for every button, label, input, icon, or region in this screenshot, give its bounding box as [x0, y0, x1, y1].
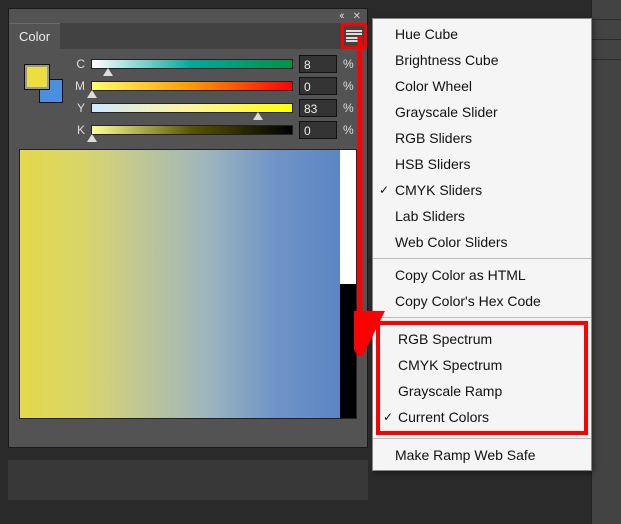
menu-separator	[373, 317, 591, 318]
menu-item[interactable]: Color Wheel	[373, 73, 591, 99]
track-y[interactable]	[91, 103, 293, 113]
tab-bar: Color	[9, 23, 367, 49]
panel-menu-icon[interactable]	[346, 30, 362, 42]
color-ramp[interactable]	[19, 149, 357, 419]
menu-item[interactable]: Current Colors	[380, 404, 584, 430]
menu-item[interactable]: HSB Sliders	[373, 151, 591, 177]
slider-y: Y 83 %	[69, 97, 357, 119]
menu-item[interactable]: Grayscale Slider	[373, 99, 591, 125]
slider-m: M 0 %	[69, 75, 357, 97]
track-c[interactable]	[91, 59, 293, 69]
menu-item[interactable]: RGB Sliders	[373, 125, 591, 151]
label-y: Y	[69, 101, 85, 115]
value-c[interactable]: 8	[299, 55, 337, 73]
menu-item[interactable]: Copy Color as HTML	[373, 262, 591, 288]
color-swatches[interactable]	[25, 65, 63, 103]
color-ramp-gradient[interactable]	[20, 150, 340, 418]
collapse-icon[interactable]	[339, 10, 342, 22]
menu-item[interactable]: Copy Color's Hex Code	[373, 288, 591, 314]
value-m[interactable]: 0	[299, 77, 337, 95]
menu-separator	[373, 258, 591, 259]
panel-header	[9, 9, 367, 23]
menu-item[interactable]: Brightness Cube	[373, 47, 591, 73]
menu-item[interactable]: Grayscale Ramp	[380, 378, 584, 404]
right-dock-strip	[591, 0, 621, 524]
handle-k[interactable]	[87, 134, 97, 142]
panel-flyout-menu: Hue CubeBrightness CubeColor WheelGraysc…	[372, 18, 592, 471]
panel-menu-highlight	[341, 23, 367, 49]
handle-c[interactable]	[103, 68, 113, 76]
ramp-black[interactable]	[340, 284, 356, 418]
menu-item[interactable]: CMYK Sliders	[373, 177, 591, 203]
close-icon[interactable]	[353, 10, 361, 22]
menu-group-highlight: RGB SpectrumCMYK SpectrumGrayscale RampC…	[376, 321, 588, 435]
handle-y[interactable]	[253, 112, 263, 120]
slider-k: K 0 %	[69, 119, 357, 141]
panel-shelf	[8, 460, 368, 500]
value-k[interactable]: 0	[299, 121, 337, 139]
track-k[interactable]	[91, 125, 293, 135]
menu-item[interactable]: CMYK Spectrum	[380, 352, 584, 378]
ramp-bw-strip[interactable]	[340, 150, 356, 418]
label-m: M	[69, 79, 85, 93]
color-panel: Color C 8 % M 0 % Y	[8, 8, 368, 448]
handle-m[interactable]	[87, 90, 97, 98]
menu-separator	[373, 438, 591, 439]
value-y[interactable]: 83	[299, 99, 337, 117]
slider-c: C 8 %	[69, 53, 357, 75]
label-k: K	[69, 123, 85, 137]
label-c: C	[69, 57, 85, 71]
menu-item[interactable]: Lab Sliders	[373, 203, 591, 229]
foreground-swatch[interactable]	[25, 65, 49, 89]
ramp-white[interactable]	[340, 150, 356, 284]
menu-item[interactable]: RGB Spectrum	[380, 326, 584, 352]
tab-color[interactable]: Color	[9, 23, 60, 49]
menu-item[interactable]: Make Ramp Web Safe	[373, 442, 591, 468]
menu-item[interactable]: Web Color Sliders	[373, 229, 591, 255]
menu-item[interactable]: Hue Cube	[373, 21, 591, 47]
track-m[interactable]	[91, 81, 293, 91]
